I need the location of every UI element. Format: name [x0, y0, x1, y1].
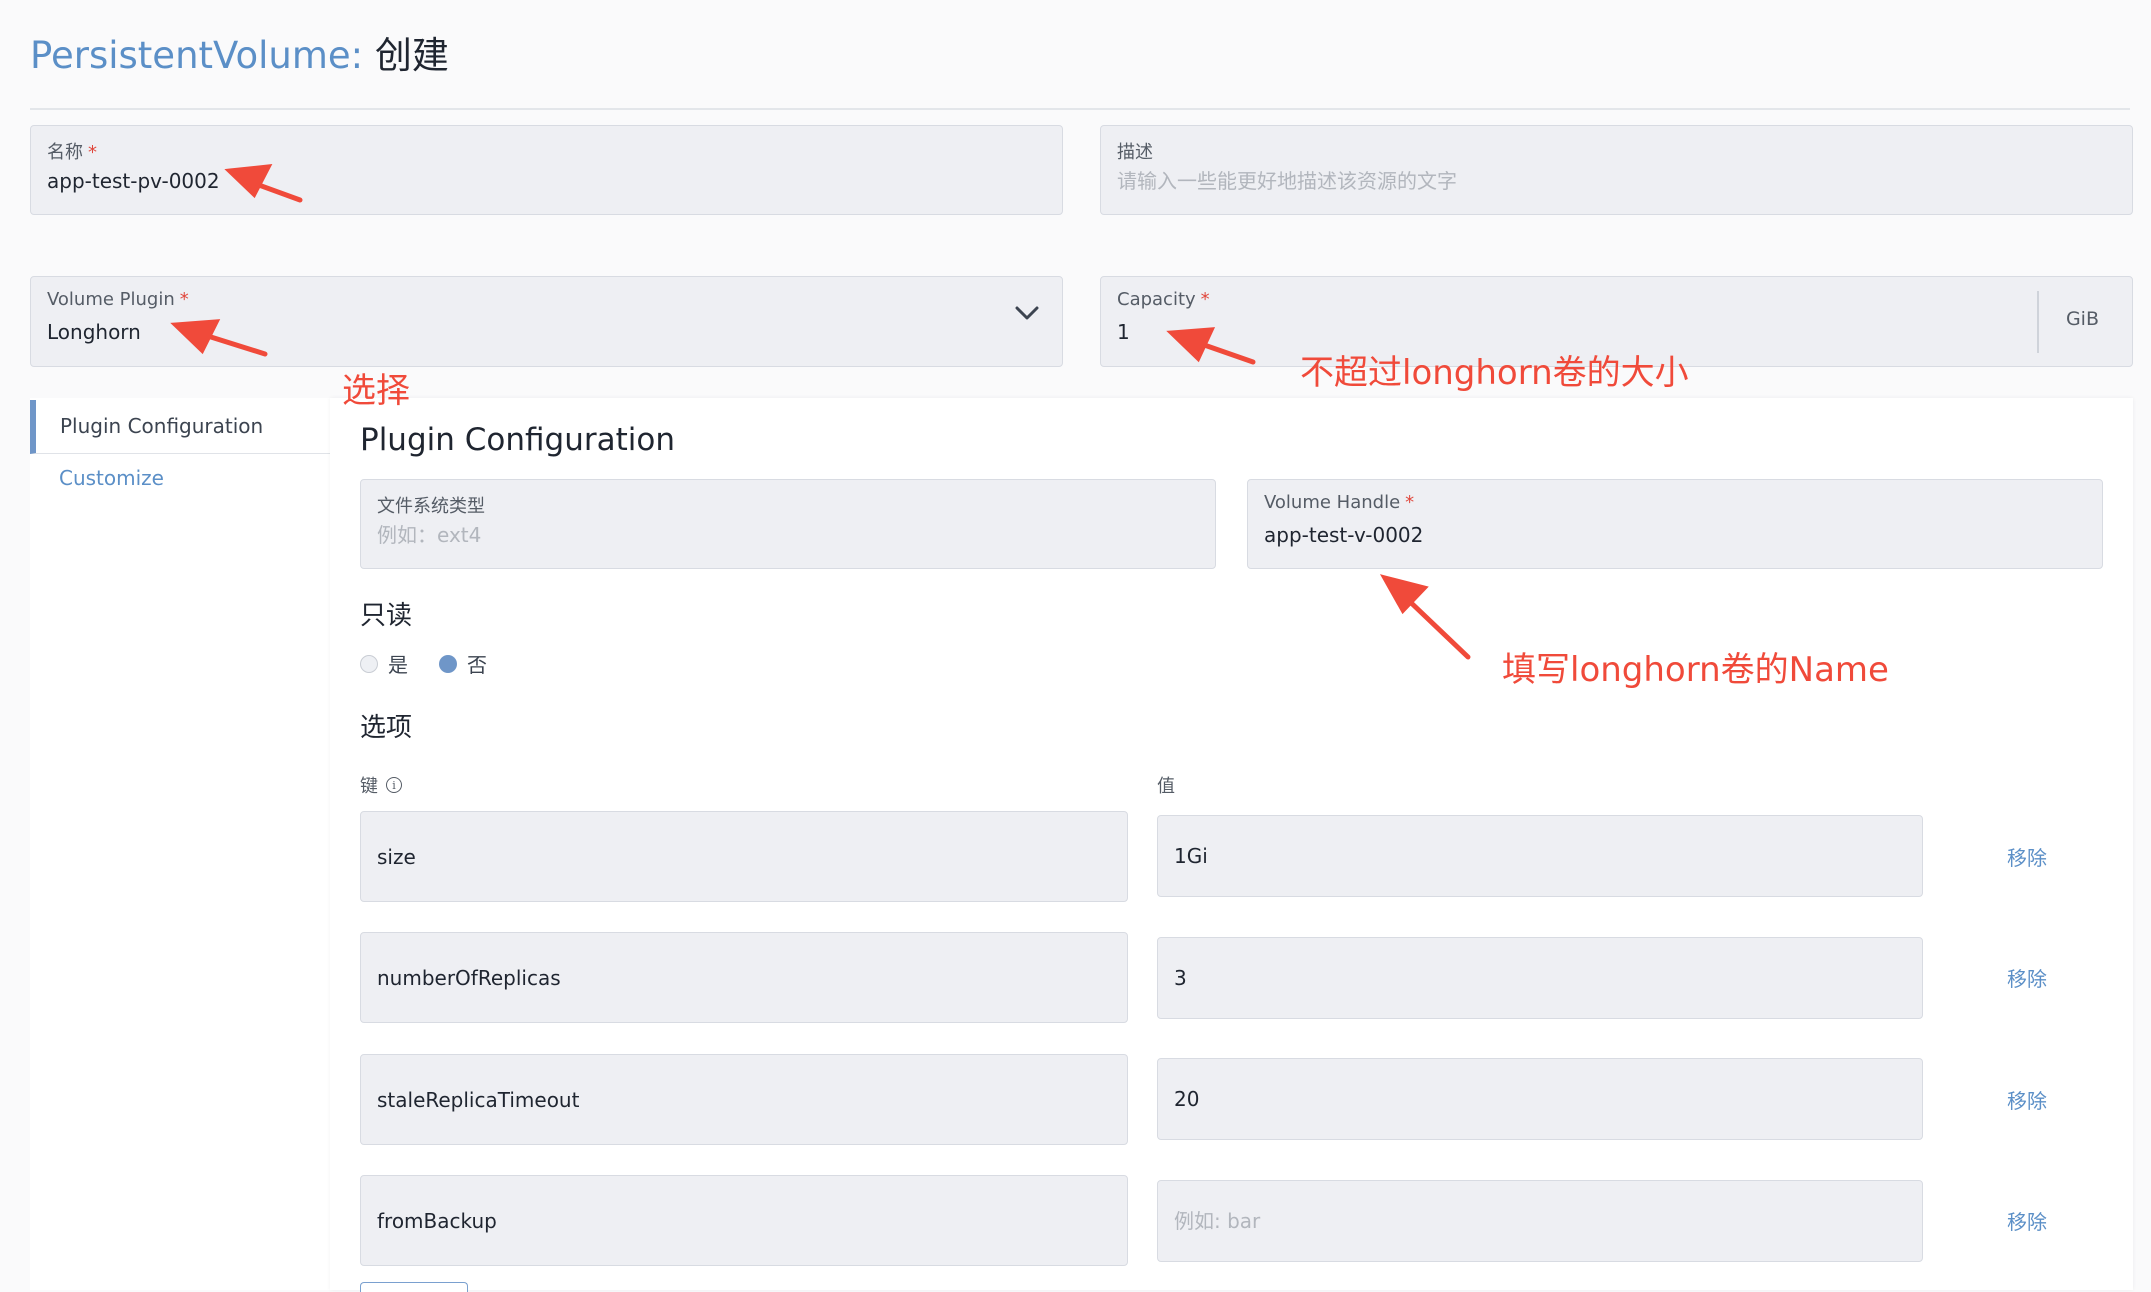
required-mark: * — [179, 289, 189, 310]
description-field[interactable]: 描述 — [1100, 125, 2133, 215]
radio-readonly-yes[interactable]: 是 — [360, 649, 408, 678]
capacity-input[interactable] — [1117, 320, 1917, 344]
tab-plugin-configuration[interactable]: Plugin Configuration — [30, 400, 330, 454]
resource-type: PersistentVolume: — [30, 34, 364, 77]
name-field[interactable]: 名称 * — [30, 125, 1063, 215]
option-value-input[interactable] — [1174, 844, 1862, 868]
option-key-box[interactable] — [360, 1054, 1128, 1145]
radio-label: 否 — [467, 653, 487, 677]
option-key-box[interactable] — [360, 1175, 1128, 1266]
sidebar — [30, 398, 330, 1290]
description-input[interactable] — [1117, 169, 1717, 193]
fs-type-field[interactable]: 文件系统类型 — [360, 479, 1216, 569]
name-input[interactable] — [47, 169, 947, 193]
description-label: 描述 — [1117, 142, 1153, 163]
option-key-input[interactable] — [377, 1208, 1067, 1233]
volume-plugin-label: Volume Plugin — [47, 289, 175, 310]
required-mark: * — [1200, 289, 1210, 310]
fs-type-input[interactable] — [377, 523, 977, 547]
capacity-unit: GiB — [2065, 308, 2099, 330]
remove-option-button[interactable]: 移除 — [2007, 963, 2047, 992]
add-option-button[interactable] — [360, 1282, 468, 1292]
radio-label: 是 — [388, 653, 408, 677]
volume-plugin-value: Longhorn — [47, 320, 141, 344]
option-value-input[interactable] — [1174, 966, 1862, 990]
volume-plugin-select[interactable]: Volume Plugin * Longhorn — [30, 276, 1063, 367]
option-value-box[interactable] — [1157, 1058, 1923, 1140]
section-title: Plugin Configuration — [360, 422, 675, 458]
page-action: 创建 — [374, 34, 449, 77]
annotation-capacity: 不超过longhorn卷的大小 — [1300, 353, 1689, 393]
annotation-volume-handle: 填写longhorn卷的Name — [1502, 650, 1889, 690]
options-title: 选项 — [360, 713, 413, 743]
option-key-input[interactable] — [377, 844, 1067, 869]
required-mark: * — [1405, 492, 1415, 513]
tab-label: Plugin Configuration — [60, 414, 264, 438]
tab-customize[interactable]: Customize — [59, 466, 164, 490]
option-value-box[interactable] — [1157, 815, 1923, 897]
remove-option-button[interactable]: 移除 — [2007, 1206, 2047, 1235]
key-column-header: 键 i — [360, 772, 402, 798]
option-value-box[interactable] — [1157, 1180, 1923, 1262]
title-divider — [30, 108, 2130, 110]
capacity-label: Capacity — [1117, 289, 1196, 310]
radio-circle — [360, 654, 378, 673]
option-key-input[interactable] — [377, 1087, 1067, 1112]
option-key-input[interactable] — [377, 965, 1067, 990]
required-mark: * — [88, 142, 97, 163]
remove-option-button[interactable]: 移除 — [2007, 842, 2047, 871]
annotation-select: 选择 — [342, 371, 410, 411]
volume-handle-input[interactable] — [1264, 523, 2044, 547]
volume-handle-label: Volume Handle — [1264, 492, 1401, 513]
radio-circle-selected — [439, 654, 457, 673]
readonly-title: 只读 — [360, 601, 413, 631]
option-value-input[interactable] — [1174, 1087, 1862, 1111]
option-value-input[interactable] — [1174, 1209, 1862, 1233]
fs-type-label: 文件系统类型 — [377, 496, 485, 517]
volume-handle-field[interactable]: Volume Handle * — [1247, 479, 2103, 569]
name-label: 名称 — [47, 142, 83, 163]
option-key-box[interactable] — [360, 932, 1128, 1023]
chevron-down-icon[interactable] — [1014, 305, 1040, 321]
option-value-box[interactable] — [1157, 937, 1923, 1019]
remove-option-button[interactable]: 移除 — [2007, 1085, 2047, 1114]
radio-readonly-no[interactable]: 否 — [439, 649, 487, 678]
value-column-header: 值 — [1157, 776, 1175, 797]
option-key-box[interactable] — [360, 811, 1128, 902]
key-header-label: 键 — [360, 776, 378, 797]
unit-divider — [2037, 291, 2039, 353]
info-icon[interactable]: i — [386, 777, 402, 793]
page-title: PersistentVolume: 创建 — [30, 30, 449, 82]
